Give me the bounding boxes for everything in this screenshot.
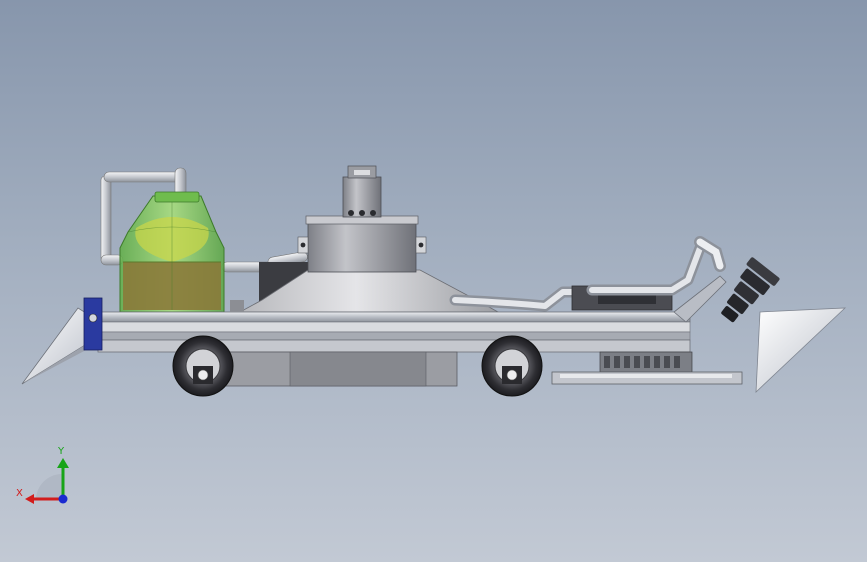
x-axis-arrowhead	[25, 494, 34, 504]
y-axis-arrowhead	[57, 458, 69, 468]
cad-viewport[interactable]: Y X	[0, 0, 867, 562]
rear-wheel[interactable]	[172, 335, 234, 397]
fan-motor[interactable]	[342, 165, 382, 218]
orientation-triad: Y X	[16, 446, 69, 504]
front-wheel[interactable]	[481, 335, 543, 397]
z-axis-dot	[58, 494, 68, 504]
y-axis-label: Y	[57, 446, 65, 457]
water-tank[interactable]	[119, 191, 225, 313]
triad-plane	[36, 474, 62, 500]
side-brush-plate[interactable]	[551, 351, 743, 385]
suction-duct[interactable]	[449, 236, 726, 312]
x-axis-label: X	[16, 488, 23, 499]
robot-model-side-view[interactable]: Y X	[0, 0, 867, 562]
front-scraper[interactable]	[21, 297, 103, 385]
